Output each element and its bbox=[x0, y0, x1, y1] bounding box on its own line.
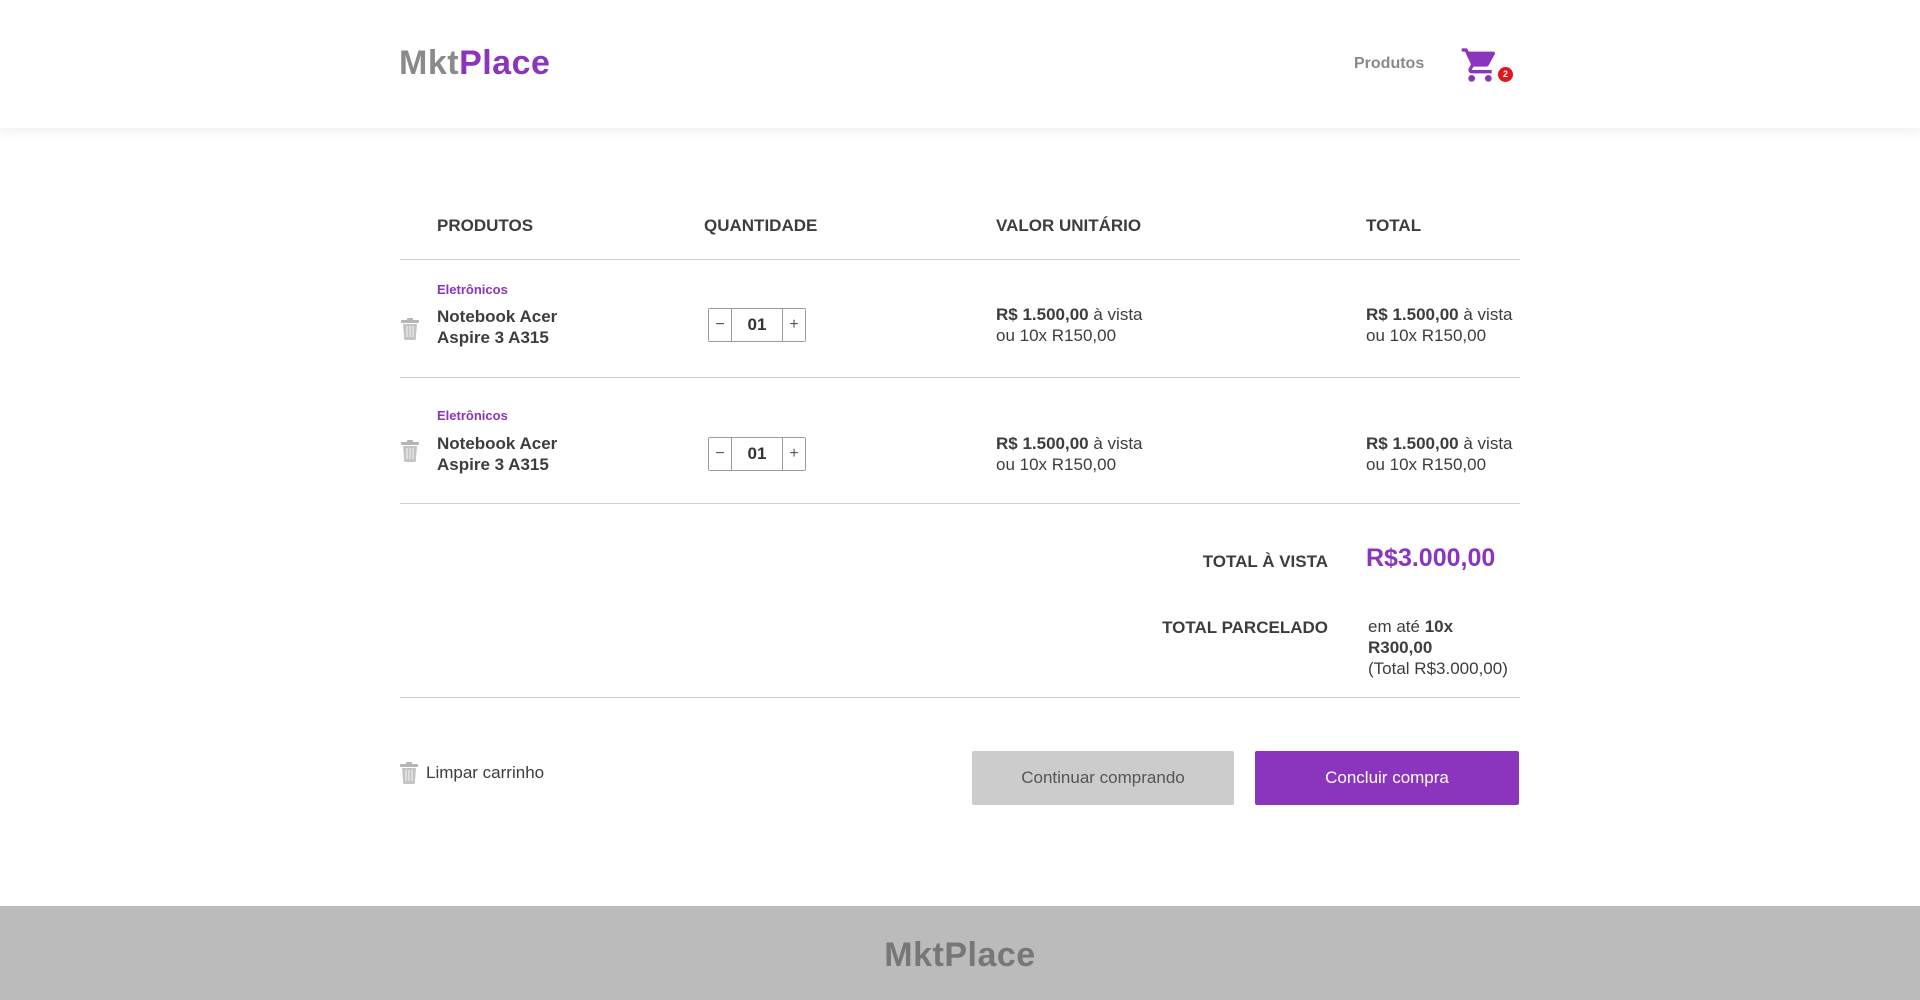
increase-quantity-button[interactable]: + bbox=[783, 309, 805, 341]
site-header: MktPlace Produtos 2 bbox=[0, 0, 1920, 128]
product-category: Eletrônicos bbox=[437, 282, 508, 297]
quantity-stepper: − 01 + bbox=[708, 308, 806, 342]
decrease-quantity-button[interactable]: − bbox=[709, 438, 731, 470]
total-price-suffix: à vista bbox=[1458, 305, 1513, 324]
divider bbox=[400, 503, 1520, 504]
checkout-button[interactable]: Concluir compra bbox=[1255, 751, 1519, 805]
header-produtos: PRODUTOS bbox=[437, 216, 534, 235]
header-valor-unitario: VALOR UNITÁRIO bbox=[996, 216, 1142, 235]
footer-logo-part1: Mkt bbox=[884, 936, 945, 974]
unit-price-suffix: à vista bbox=[1088, 434, 1143, 453]
unit-price: R$ 1.500,00 à vista ou 10x R150,00 bbox=[996, 304, 1143, 346]
total-price-suffix: à vista bbox=[1458, 434, 1513, 453]
product-category: Eletrônicos bbox=[437, 408, 508, 423]
cart-count-badge: 2 bbox=[1498, 67, 1513, 82]
clear-cart-label: Limpar carrinho bbox=[426, 763, 545, 782]
product-name-line2: Aspire 3 A315 bbox=[437, 328, 549, 347]
unit-price-suffix: à vista bbox=[1088, 305, 1143, 324]
brand-logo-part1: Mkt bbox=[399, 44, 460, 82]
unit-price-value: R$ 1.500,00 bbox=[996, 434, 1089, 453]
total-price-installments: ou 10x R150,00 bbox=[1366, 326, 1487, 345]
product-name[interactable]: Notebook Acer Aspire 3 A315 bbox=[437, 306, 597, 348]
total-parcelado-label: TOTAL PARCELADO bbox=[1162, 618, 1328, 637]
total-price: R$ 1.500,00 à vista ou 10x R150,00 bbox=[1366, 304, 1513, 346]
quantity-value[interactable]: 01 bbox=[731, 438, 783, 470]
quantity-value[interactable]: 01 bbox=[731, 309, 783, 341]
product-name-line2: Aspire 3 A315 bbox=[437, 455, 549, 474]
cart-button[interactable]: 2 bbox=[1460, 45, 1513, 85]
header-quantidade: QUANTIDADE bbox=[704, 216, 818, 235]
continue-shopping-button[interactable]: Continuar comprando bbox=[972, 751, 1234, 805]
quantity-stepper: − 01 + bbox=[708, 437, 806, 471]
trash-icon bbox=[401, 318, 419, 340]
parcelado-total: (Total R$3.000,00) bbox=[1368, 659, 1508, 678]
cart-row: Eletrônicos Notebook Acer Aspire 3 A315 … bbox=[400, 260, 1520, 386]
clear-cart-button[interactable]: Limpar carrinho bbox=[400, 762, 544, 784]
total-price-value: R$ 1.500,00 bbox=[1366, 434, 1459, 453]
product-name-line1: Notebook Acer bbox=[437, 434, 558, 453]
unit-price-installments: ou 10x R150,00 bbox=[996, 326, 1117, 345]
brand-logo[interactable]: MktPlace bbox=[399, 44, 550, 83]
remove-item-button[interactable] bbox=[401, 440, 419, 462]
total-price-installments: ou 10x R150,00 bbox=[1366, 455, 1487, 474]
total-vista-value: R$3.000,00 bbox=[1366, 544, 1496, 572]
decrease-quantity-button[interactable]: − bbox=[709, 309, 731, 341]
unit-price-installments: ou 10x R150,00 bbox=[996, 455, 1117, 474]
total-price: R$ 1.500,00 à vista ou 10x R150,00 bbox=[1366, 433, 1513, 475]
shopping-cart-icon bbox=[1461, 48, 1496, 82]
trash-icon bbox=[400, 762, 418, 784]
header-total: TOTAL bbox=[1366, 216, 1422, 235]
total-parcelado-value: em até 10x R300,00 (Total R$3.000,00) bbox=[1368, 616, 1520, 679]
remove-item-button[interactable] bbox=[401, 318, 419, 340]
nav-link-produtos[interactable]: Produtos bbox=[1354, 55, 1424, 73]
total-vista-label: TOTAL À VISTA bbox=[1202, 552, 1328, 571]
increase-quantity-button[interactable]: + bbox=[783, 438, 805, 470]
product-name-line1: Notebook Acer bbox=[437, 307, 558, 326]
unit-price: R$ 1.500,00 à vista ou 10x R150,00 bbox=[996, 433, 1143, 475]
trash-icon bbox=[401, 440, 419, 462]
divider bbox=[400, 697, 1520, 698]
total-price-value: R$ 1.500,00 bbox=[1366, 305, 1459, 324]
product-name[interactable]: Notebook Acer Aspire 3 A315 bbox=[437, 433, 597, 475]
brand-logo-part2: Place bbox=[459, 44, 551, 82]
footer-logo-part2: Place bbox=[944, 936, 1036, 974]
unit-price-value: R$ 1.500,00 bbox=[996, 305, 1089, 324]
site-footer: MktPlace bbox=[0, 906, 1920, 1000]
cart-row: Eletrônicos Notebook Acer Aspire 3 A315 … bbox=[400, 378, 1520, 504]
parcelado-prefix: em até bbox=[1368, 617, 1425, 636]
footer-logo: MktPlace bbox=[0, 936, 1920, 975]
